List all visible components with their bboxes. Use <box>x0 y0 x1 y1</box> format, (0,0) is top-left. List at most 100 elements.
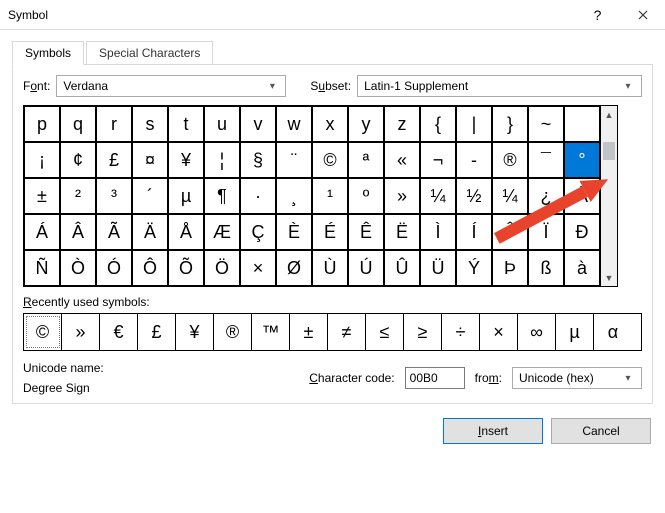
recent-cell[interactable]: α <box>594 314 632 350</box>
recent-cell[interactable]: ± <box>290 314 328 350</box>
symbol-cell[interactable]: s <box>132 106 168 142</box>
symbol-cell[interactable]: ³ <box>96 178 132 214</box>
symbol-cell[interactable]: y <box>348 106 384 142</box>
symbol-cell[interactable]: © <box>312 142 348 178</box>
symbol-cell[interactable]: É <box>312 214 348 250</box>
tab-special-characters[interactable]: Special Characters <box>86 41 213 65</box>
recent-cell[interactable]: × <box>480 314 518 350</box>
symbol-cell[interactable]: ¦ <box>204 142 240 178</box>
symbol-cell[interactable]: - <box>456 142 492 178</box>
symbol-cell[interactable]: Õ <box>168 250 204 286</box>
symbol-cell[interactable]: ´ <box>132 178 168 214</box>
symbol-cell[interactable]: Þ <box>492 250 528 286</box>
symbol-cell[interactable]: Î <box>492 214 528 250</box>
symbol-cell[interactable]: Ý <box>456 250 492 286</box>
symbol-cell[interactable]: · <box>240 178 276 214</box>
symbol-cell[interactable]: Ã <box>96 214 132 250</box>
symbol-cell[interactable]: Ú <box>348 250 384 286</box>
symbol-cell[interactable]: p <box>24 106 60 142</box>
recent-cell[interactable]: ∞ <box>518 314 556 350</box>
symbol-cell[interactable]: r <box>96 106 132 142</box>
help-button[interactable]: ? <box>575 0 620 30</box>
symbol-cell[interactable]: ¹ <box>312 178 348 214</box>
symbol-cell[interactable]: ½ <box>456 178 492 214</box>
symbol-cell[interactable]: µ <box>168 178 204 214</box>
symbol-cell[interactable] <box>564 106 600 142</box>
symbol-cell[interactable]: ¸ <box>276 178 312 214</box>
symbol-cell[interactable]: ¼ <box>492 178 528 214</box>
symbol-grid[interactable]: pqrstuvwxyz{|}~¡¢£¤¥¦§¨©ª«¬-®¯°±²³´µ¶·¸¹… <box>23 105 601 287</box>
recent-cell[interactable]: € <box>100 314 138 350</box>
symbol-cell[interactable]: } <box>492 106 528 142</box>
symbol-cell[interactable]: Đ <box>564 214 600 250</box>
symbol-cell[interactable]: ¥ <box>168 142 204 178</box>
symbol-cell[interactable]: Û <box>384 250 420 286</box>
from-combo[interactable]: Unicode (hex) ▾ <box>512 367 642 389</box>
grid-scrollbar[interactable]: ▲ ▼ <box>601 105 618 287</box>
symbol-cell[interactable]: £ <box>96 142 132 178</box>
symbol-cell[interactable]: ¿ <box>528 178 564 214</box>
symbol-cell[interactable]: Ï <box>528 214 564 250</box>
recent-cell[interactable]: µ <box>556 314 594 350</box>
symbol-cell[interactable]: ± <box>24 178 60 214</box>
symbol-cell[interactable]: ¼ <box>420 178 456 214</box>
symbol-cell[interactable]: z <box>384 106 420 142</box>
recent-cell[interactable]: ™ <box>252 314 290 350</box>
symbol-cell[interactable]: Â <box>60 214 96 250</box>
recent-cell[interactable]: ® <box>214 314 252 350</box>
recent-cell[interactable]: ÷ <box>442 314 480 350</box>
symbol-cell[interactable]: × <box>240 250 276 286</box>
symbol-cell[interactable]: Í <box>456 214 492 250</box>
symbol-cell[interactable]: º <box>348 178 384 214</box>
recent-cell[interactable]: ≤ <box>366 314 404 350</box>
recent-cell[interactable]: © <box>24 314 62 350</box>
symbol-cell[interactable]: È <box>276 214 312 250</box>
symbol-cell[interactable]: Ñ <box>24 250 60 286</box>
recent-cell[interactable]: £ <box>138 314 176 350</box>
recent-cell[interactable]: ¥ <box>176 314 214 350</box>
cancel-button[interactable]: Cancel <box>551 418 651 444</box>
recent-symbols[interactable]: ©»€£¥®™±≠≤≥÷×∞µα <box>23 313 642 351</box>
symbol-cell[interactable]: » <box>384 178 420 214</box>
symbol-cell[interactable]: à <box>564 250 600 286</box>
symbol-cell[interactable]: Ù <box>312 250 348 286</box>
symbol-cell[interactable]: Ç <box>240 214 276 250</box>
symbol-cell[interactable]: | <box>456 106 492 142</box>
symbol-cell[interactable]: Ô <box>132 250 168 286</box>
recent-cell[interactable]: » <box>62 314 100 350</box>
symbol-cell[interactable]: § <box>240 142 276 178</box>
scroll-up-icon[interactable]: ▲ <box>601 106 617 123</box>
symbol-cell[interactable]: ¨ <box>276 142 312 178</box>
symbol-cell[interactable]: Ë <box>384 214 420 250</box>
symbol-cell[interactable]: u <box>204 106 240 142</box>
symbol-cell[interactable]: ~ <box>528 106 564 142</box>
symbol-cell[interactable]: Å <box>168 214 204 250</box>
symbol-cell[interactable]: Ò <box>60 250 96 286</box>
symbol-cell[interactable]: ° <box>564 142 600 178</box>
symbol-cell[interactable]: ® <box>492 142 528 178</box>
symbol-cell[interactable]: Ø <box>276 250 312 286</box>
symbol-cell[interactable]: À <box>564 178 600 214</box>
symbol-cell[interactable]: « <box>384 142 420 178</box>
symbol-cell[interactable]: Ì <box>420 214 456 250</box>
tab-symbols[interactable]: Symbols <box>12 41 84 65</box>
symbol-cell[interactable]: Ó <box>96 250 132 286</box>
symbol-cell[interactable]: ¢ <box>60 142 96 178</box>
insert-button[interactable]: Insert <box>443 418 543 444</box>
scroll-down-icon[interactable]: ▼ <box>601 269 617 286</box>
symbol-cell[interactable]: ¤ <box>132 142 168 178</box>
font-combo[interactable]: Verdana ▾ <box>56 75 286 97</box>
symbol-cell[interactable]: Ê <box>348 214 384 250</box>
charcode-input[interactable]: 00B0 <box>405 367 465 389</box>
symbol-cell[interactable]: ² <box>60 178 96 214</box>
symbol-cell[interactable]: Ö <box>204 250 240 286</box>
symbol-cell[interactable]: ¶ <box>204 178 240 214</box>
symbol-cell[interactable]: ¯ <box>528 142 564 178</box>
symbol-cell[interactable]: ¡ <box>24 142 60 178</box>
symbol-cell[interactable]: ¬ <box>420 142 456 178</box>
recent-cell[interactable]: ≠ <box>328 314 366 350</box>
symbol-cell[interactable]: v <box>240 106 276 142</box>
symbol-cell[interactable]: Á <box>24 214 60 250</box>
symbol-cell[interactable]: w <box>276 106 312 142</box>
symbol-cell[interactable]: Æ <box>204 214 240 250</box>
